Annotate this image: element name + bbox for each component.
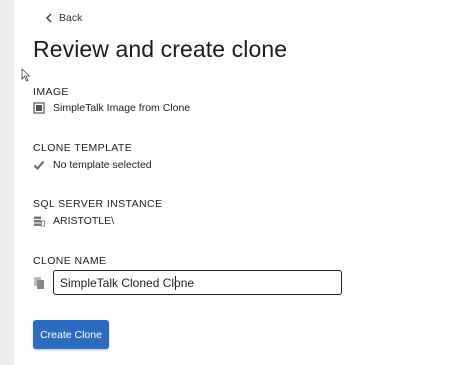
create-clone-button[interactable]: Create Clone [33,320,109,349]
image-section-label: IMAGE [33,86,69,98]
clone-template-section-label: CLONE TEMPLATE [33,142,133,154]
image-icon [33,102,45,114]
text-caret [175,276,176,290]
back-link[interactable]: Back [45,12,82,24]
sql-instance-row: ARISTOTLE\ [33,215,114,227]
clone-name-section-label: CLONE NAME [33,255,107,267]
image-row: SimpleTalk Image from Clone [33,102,190,114]
sql-instance-section-label: SQL SERVER INSTANCE [33,198,163,210]
checkmark-icon [33,160,45,170]
clone-template-value: No template selected [53,159,152,171]
left-rail [0,0,14,365]
back-label: Back [59,12,83,24]
copy-icon [34,277,44,289]
chevron-left-icon [46,13,52,23]
clone-name-input[interactable] [53,270,342,295]
clone-template-row: No template selected [33,159,152,171]
image-value: SimpleTalk Image from Clone [53,102,191,114]
server-icon [34,216,45,227]
mouse-cursor-icon [21,68,31,82]
page-title: Review and create clone [33,36,288,62]
sql-instance-value: ARISTOTLE\ [53,215,115,227]
